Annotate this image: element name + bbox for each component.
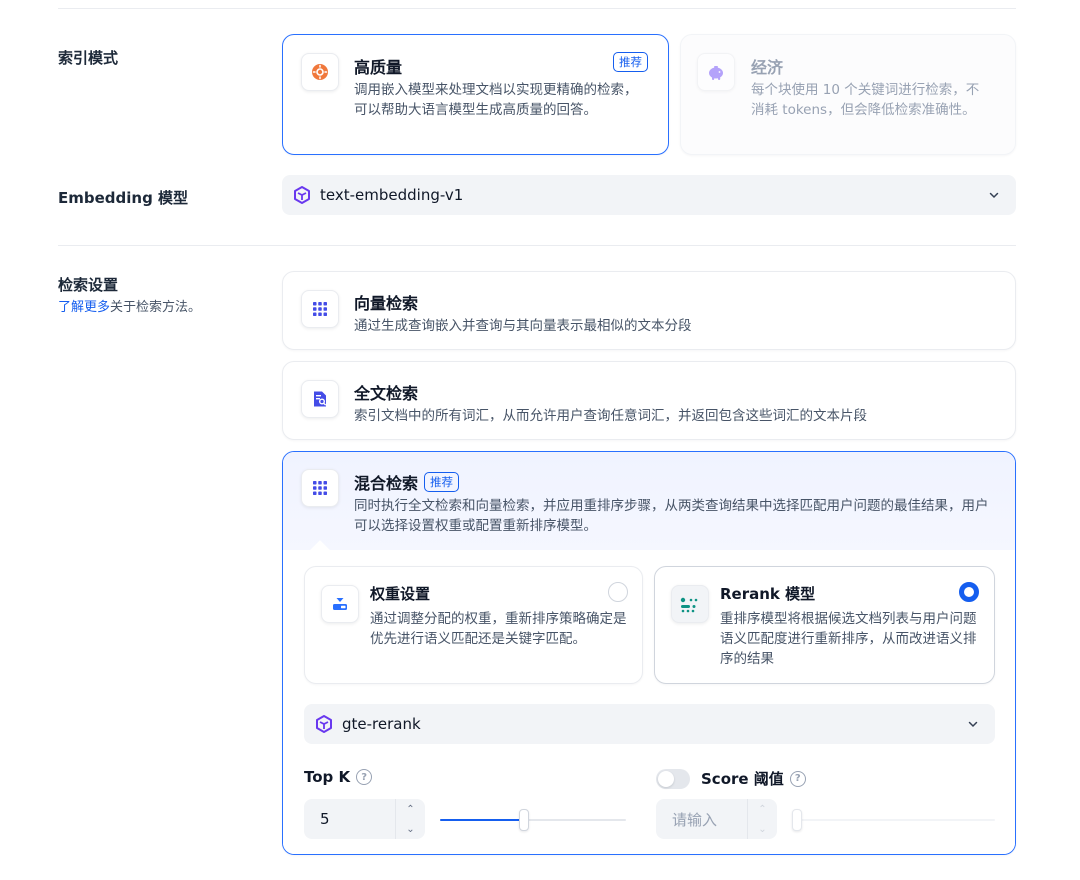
score-threshold-slider-track[interactable]	[792, 819, 995, 821]
doc-search-icon-box	[301, 380, 339, 418]
weight-setting-radio[interactable]	[608, 582, 628, 602]
weight-icon	[333, 598, 347, 610]
embedding-model-value: text-embedding-v1	[320, 186, 464, 204]
fulltext-retrieval-title: 全文检索	[354, 384, 419, 403]
sun-icon	[312, 64, 328, 80]
top-k-input[interactable]: 5 ⌃ ⌄	[304, 799, 425, 839]
chevron-up-icon[interactable]: ⌃	[396, 799, 425, 819]
score-threshold-label: Score 阈值 ?	[701, 768, 806, 789]
help-icon[interactable]: ?	[356, 769, 373, 785]
embedding-model-label: Embedding 模型	[58, 189, 189, 207]
index-mode-label: 索引模式	[58, 49, 119, 67]
grid-dots-icon-box	[301, 290, 339, 328]
middle-divider	[58, 245, 1016, 246]
hybrid-retrieval-desc: 同时执行全文检索和向量检索，并应用重排序步骤，从两类查询结果中选择匹配用户问题的…	[354, 498, 989, 534]
model-logo-icon	[314, 714, 334, 734]
high-quality-desc: 调用嵌入模型来处理文档以实现更精确的检索，可以帮助大语言模型生成高质量的回答。	[354, 82, 638, 118]
top-k-slider-fill	[440, 819, 524, 821]
score-threshold-slider-thumb[interactable]	[792, 809, 802, 831]
rerank-model-card[interactable]: Rerank 模型 重排序模型将根据候选文档列表与用户问题语义匹配度进行重新排序…	[654, 566, 995, 684]
piggy-bank-icon	[709, 66, 723, 80]
top-k-label-text: Top K	[304, 768, 351, 786]
weight-icon-box	[321, 585, 359, 623]
score-threshold-label-text: Score 阈值	[701, 770, 784, 788]
top-k-value: 5	[320, 810, 330, 828]
economy-title: 经济	[751, 58, 784, 77]
score-threshold-placeholder: 请输入	[672, 810, 718, 829]
vector-retrieval-card[interactable]: 向量检索 通过生成查询嵌入并查询与其向量表示最相似的文本分段	[282, 271, 1016, 350]
rerank-model-value: gte-rerank	[342, 715, 421, 733]
learn-more-suffix: 关于检索方法。	[110, 300, 202, 315]
chevron-down-icon[interactable]: ⌄	[396, 819, 425, 839]
retrieval-settings-label: 检索设置	[58, 276, 119, 294]
index-mode-economy-card[interactable]: 经济 每个块使用 10 个关键词进行检索，不消耗 tokens，但会降低检索准确…	[680, 34, 1016, 155]
weight-setting-desc: 通过调整分配的权重，重新排序策略确定是优先进行语义匹配还是关键字匹配。	[370, 611, 627, 647]
rerank-model-select[interactable]: gte-rerank	[304, 704, 995, 744]
rerank-icon	[680, 597, 698, 613]
fulltext-retrieval-card[interactable]: 全文检索 索引文档中的所有词汇，从而允许用户查询任意词汇，并返回包含这些词汇的文…	[282, 361, 1016, 440]
rerank-model-radio[interactable]	[959, 582, 979, 602]
score-threshold-input[interactable]: 请输入 ⌃ ⌄	[656, 799, 777, 839]
top-divider	[58, 8, 1016, 9]
weight-setting-card[interactable]: 权重设置 通过调整分配的权重，重新排序策略确定是优先进行语义匹配还是关键字匹配。	[304, 566, 643, 684]
top-k-stepper[interactable]: ⌃ ⌄	[395, 799, 425, 839]
hybrid-retrieval-title: 混合检索 推荐	[354, 470, 460, 494]
vector-retrieval-desc: 通过生成查询嵌入并查询与其向量表示最相似的文本分段	[354, 318, 692, 334]
chevron-down-icon	[968, 721, 978, 728]
grid-dots-icon	[313, 302, 327, 316]
hybrid-retrieval-card[interactable]: 混合检索 推荐 同时执行全文检索和向量检索，并应用重排序步骤，从两类查询结果中选…	[282, 451, 1016, 855]
chevron-down-icon[interactable]: ⌄	[748, 819, 777, 839]
recommend-badge: 推荐	[613, 52, 648, 72]
recommend-badge: 推荐	[424, 472, 460, 492]
chevron-up-icon[interactable]: ⌃	[748, 799, 777, 819]
model-logo-icon	[292, 185, 312, 205]
help-icon[interactable]: ?	[789, 770, 806, 787]
learn-more-link[interactable]: 了解更多	[58, 300, 110, 315]
grid-dots-icon	[313, 481, 327, 495]
score-threshold-toggle[interactable]	[656, 769, 690, 789]
rerank-model-title: Rerank 模型	[720, 585, 816, 603]
score-threshold-stepper[interactable]: ⌃ ⌄	[747, 799, 777, 839]
retrieval-help-text: 了解更多关于检索方法。	[58, 296, 201, 315]
index-mode-high-quality-card[interactable]: 高质量 推荐 调用嵌入模型来处理文档以实现更精确的检索，可以帮助大语言模型生成高…	[282, 34, 669, 155]
chevron-down-icon	[989, 192, 999, 199]
rerank-icon-box	[671, 585, 709, 623]
grid-dots-icon-box-hybrid	[301, 469, 339, 507]
sun-icon-box	[301, 53, 339, 91]
economy-desc: 每个块使用 10 个关键词进行检索，不消耗 tokens，但会降低检索准确性。	[751, 82, 980, 118]
rerank-model-desc: 重排序模型将根据候选文档列表与用户问题语义匹配度进行重新排序，从而改进语义排序的…	[720, 611, 977, 667]
vector-retrieval-title: 向量检索	[354, 294, 419, 313]
top-k-label: Top K ?	[304, 768, 373, 786]
weight-setting-title: 权重设置	[370, 585, 431, 603]
fulltext-retrieval-desc: 索引文档中的所有词汇，从而允许用户查询任意词汇，并返回包含这些词汇的文本片段	[354, 408, 867, 424]
top-k-slider-thumb[interactable]	[518, 809, 529, 831]
hybrid-retrieval-title-text: 混合检索	[354, 474, 419, 493]
high-quality-title: 高质量	[354, 58, 403, 77]
embedding-model-select[interactable]: text-embedding-v1	[282, 175, 1016, 215]
piggy-bank-icon-box	[697, 53, 735, 91]
doc-search-icon	[314, 391, 327, 407]
